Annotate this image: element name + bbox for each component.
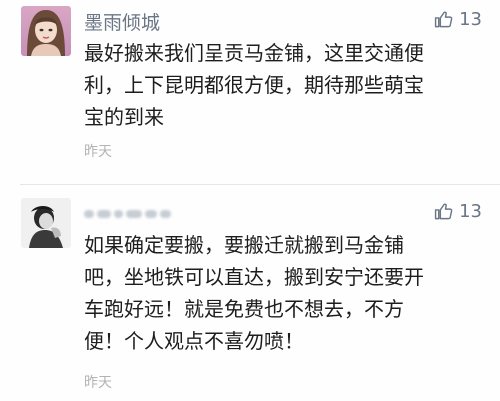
- like-button[interactable]: 13: [434, 10, 482, 29]
- comment-content: 最好搬来我们呈贡马金铺，这里交通便 利，上下昆明都很方便，期待那些萌宝 宝的到来: [84, 41, 424, 129]
- comment-divider: [20, 184, 500, 185]
- like-count: 13: [459, 201, 482, 222]
- comment-timestamp: 昨天: [84, 375, 112, 391]
- avatar-image: [21, 6, 71, 56]
- like-button[interactable]: 13: [434, 202, 482, 221]
- comment-item: 13 如果确定要搬，要搬迁就搬到马金铺 吧，坐地铁可以直达，搬到安宁还要开 车跑…: [0, 192, 500, 401]
- avatar[interactable]: [21, 198, 71, 248]
- thumbs-up-icon: [434, 11, 453, 28]
- avatar-image: [21, 198, 71, 248]
- like-count: 13: [459, 9, 482, 30]
- thumbs-up-icon: [434, 203, 453, 220]
- comment-item: 墨雨倾城 13 最好搬来我们呈贡马金铺，这里交通便 利，上下昆明都很方便，期待那…: [0, 0, 500, 170]
- avatar[interactable]: [21, 6, 71, 56]
- comment-content: 如果确定要搬，要搬迁就搬到马金铺 吧，坐地铁可以直达，搬到安宁还要开 车跑好远！…: [84, 233, 424, 353]
- comment-timestamp: 昨天: [84, 144, 112, 160]
- comment-username[interactable]: 墨雨倾城: [84, 8, 160, 35]
- comment-username-obscured[interactable]: [84, 206, 176, 222]
